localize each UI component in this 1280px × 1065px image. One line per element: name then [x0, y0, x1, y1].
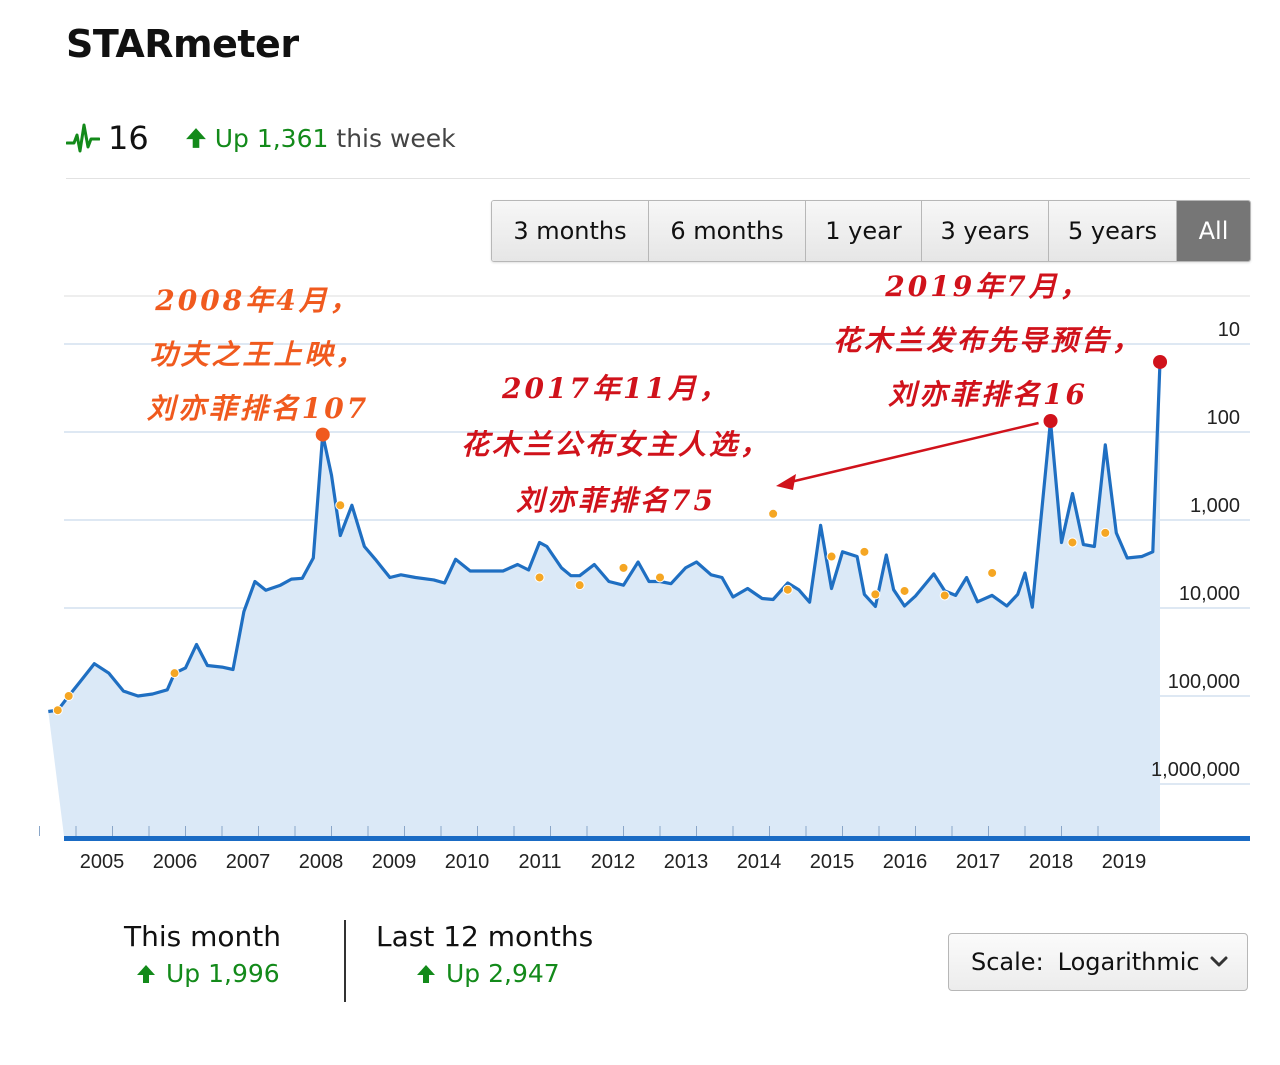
- x-tick-label: 2013: [664, 851, 709, 873]
- range-3-years-button[interactable]: 3 years: [922, 201, 1049, 261]
- annotation-line: 花木兰公布女主人选，: [461, 428, 771, 461]
- page-title: STARmeter: [66, 22, 299, 66]
- stat-last-12-months: Last 12 months Up 2,947: [376, 920, 593, 988]
- x-tick-label: 2006: [153, 851, 198, 873]
- data-marker: [335, 500, 346, 511]
- x-tick-label: 2014: [737, 851, 782, 873]
- scale-dropdown[interactable]: Scale: Logarithmic: [948, 933, 1248, 991]
- data-marker: [899, 585, 910, 596]
- x-tick-label: 2010: [445, 851, 490, 873]
- x-axis-baseline: [64, 836, 1250, 841]
- data-marker: [574, 580, 585, 591]
- data-marker: [782, 584, 793, 595]
- y-tick-label: 1,000: [1190, 495, 1240, 517]
- annotation-line: 刘亦菲排名107: [147, 392, 369, 425]
- y-tick-label: 100,000: [1168, 671, 1240, 693]
- data-marker: [859, 546, 870, 557]
- y-tick-label: 10,000: [1179, 583, 1240, 605]
- x-tick-label: 2018: [1029, 851, 1074, 873]
- y-tick-label: 100: [1207, 407, 1240, 429]
- data-marker: [870, 589, 881, 600]
- chart-annotations: 2008年4月， 功夫之王上映， 刘亦菲排名107 2017年11月， 花木兰公布女主人…: [147, 270, 1143, 517]
- x-tick-label: 2005: [80, 851, 125, 873]
- stat-last-12-months-label: Last 12 months: [376, 920, 594, 953]
- range-selector: 3 months 6 months 1 year 3 years 5 years…: [491, 200, 1251, 262]
- data-marker: [655, 572, 665, 583]
- x-tick-label: 2008: [299, 851, 344, 873]
- range-all-button[interactable]: All: [1177, 201, 1250, 261]
- data-marker: [618, 562, 629, 573]
- x-tick-label: 2012: [591, 851, 636, 873]
- annotation-line: 花木兰发布先导预告，: [833, 324, 1143, 357]
- stat-last-12-months-value-row: Up 2,947: [416, 959, 593, 988]
- data-marker: [1067, 537, 1078, 548]
- stat-this-month: This month Up 1,996: [124, 920, 281, 988]
- y-axis-ticks: 10 100 1,000 10,000 100,000 1,000,000: [1151, 319, 1240, 781]
- annotation-line: 2017年11月，: [501, 372, 730, 405]
- data-marker: [987, 567, 998, 578]
- stats-divider: [344, 920, 346, 1002]
- highlight-point: [315, 427, 330, 442]
- weekly-change: Up 1,361: [214, 123, 329, 153]
- highlight-point: [1043, 414, 1058, 429]
- y-tick-label: 10: [1218, 319, 1240, 341]
- up-arrow-icon: [185, 128, 206, 148]
- current-rank: 16: [108, 119, 149, 157]
- y-tick-label: 1,000,000: [1151, 759, 1240, 781]
- up-arrow-icon: [137, 964, 155, 983]
- starmeter-chart: 10 100 1,000 10,000 100,000 1,000,000 2005 200…: [39, 270, 1250, 873]
- data-marker: [534, 572, 545, 583]
- x-tick-label: 2017: [956, 851, 1001, 873]
- up-arrow-icon: [417, 964, 435, 983]
- scale-value: Logarithmic: [1057, 948, 1200, 976]
- range-3-months-button[interactable]: 3 months: [492, 201, 649, 261]
- data-marker: [1100, 527, 1111, 538]
- data-marker: [826, 551, 837, 562]
- range-1-year-button[interactable]: 1 year: [806, 201, 922, 261]
- x-tick-label: 2019: [1102, 851, 1147, 873]
- data-marker: [63, 691, 74, 701]
- data-marker: [768, 508, 779, 519]
- stat-this-month-label: This month: [124, 920, 281, 953]
- scale-label: Scale:: [971, 948, 1044, 976]
- range-5-years-button[interactable]: 5 years: [1049, 201, 1177, 261]
- x-tick-label: 2015: [810, 851, 855, 873]
- annotation-line: 刘亦菲排名16: [888, 378, 1088, 411]
- weekly-change-suffix: this week: [336, 123, 456, 153]
- data-marker: [52, 705, 63, 716]
- chevron-down-icon: [1210, 956, 1228, 967]
- annotation-line: 功夫之王上映，: [149, 338, 366, 371]
- x-tick-label: 2016: [883, 851, 928, 873]
- rank-row: 16 Up 1,361 this week: [66, 118, 456, 158]
- data-marker: [939, 590, 950, 601]
- starmeter-icon: [66, 123, 100, 153]
- annotation-line: 2008年4月，: [154, 284, 360, 317]
- annotation-line: 2019年7月，: [884, 270, 1090, 303]
- range-6-months-button[interactable]: 6 months: [649, 201, 806, 261]
- stat-this-month-value-row: Up 1,996: [136, 959, 281, 988]
- highlight-point: [1153, 354, 1168, 369]
- x-tick-label: 2007: [226, 851, 271, 873]
- stat-this-month-value: Up 1,996: [166, 959, 280, 988]
- x-tick-label: 2011: [518, 851, 561, 873]
- data-marker: [169, 668, 180, 679]
- stat-last-12-months-value: Up 2,947: [446, 959, 560, 988]
- header-divider: [66, 178, 1250, 179]
- x-tick-label: 2009: [372, 851, 417, 873]
- annotation-line: 刘亦菲排名75: [516, 484, 716, 517]
